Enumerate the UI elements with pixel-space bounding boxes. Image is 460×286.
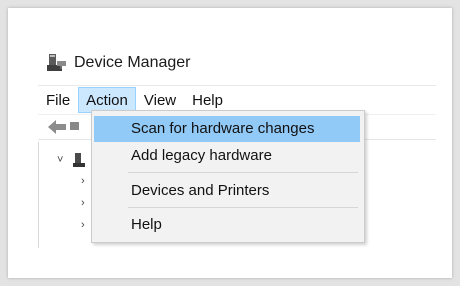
toolbar-icon[interactable] xyxy=(70,122,79,130)
back-arrow-icon[interactable] xyxy=(46,118,68,136)
tree-child-expander[interactable]: › xyxy=(81,197,85,209)
screenshot-frame: Device Manager File Action View Help ˅ ›… xyxy=(8,8,452,278)
tree-child-expander[interactable]: › xyxy=(81,175,85,187)
action-menu-dropdown: Scan for hardware changes Add legacy har… xyxy=(91,110,365,243)
window-title: Device Manager xyxy=(74,54,191,71)
menu-item-scan-hardware[interactable]: Scan for hardware changes xyxy=(94,116,360,142)
title-bar: Device Manager xyxy=(46,50,191,76)
menu-item-devices-and-printers[interactable]: Devices and Printers xyxy=(94,178,360,204)
tree-root-expander[interactable]: ˅ xyxy=(57,154,63,166)
menu-item-help[interactable]: Help xyxy=(94,212,360,238)
menu-file[interactable]: File xyxy=(38,87,78,113)
menu-separator xyxy=(128,207,358,208)
menu-separator xyxy=(128,172,358,173)
menu-item-add-legacy-hardware[interactable]: Add legacy hardware xyxy=(94,143,360,169)
computer-icon xyxy=(73,153,85,167)
device-manager-icon xyxy=(47,54,66,71)
tree-child-expander[interactable]: › xyxy=(81,219,85,231)
